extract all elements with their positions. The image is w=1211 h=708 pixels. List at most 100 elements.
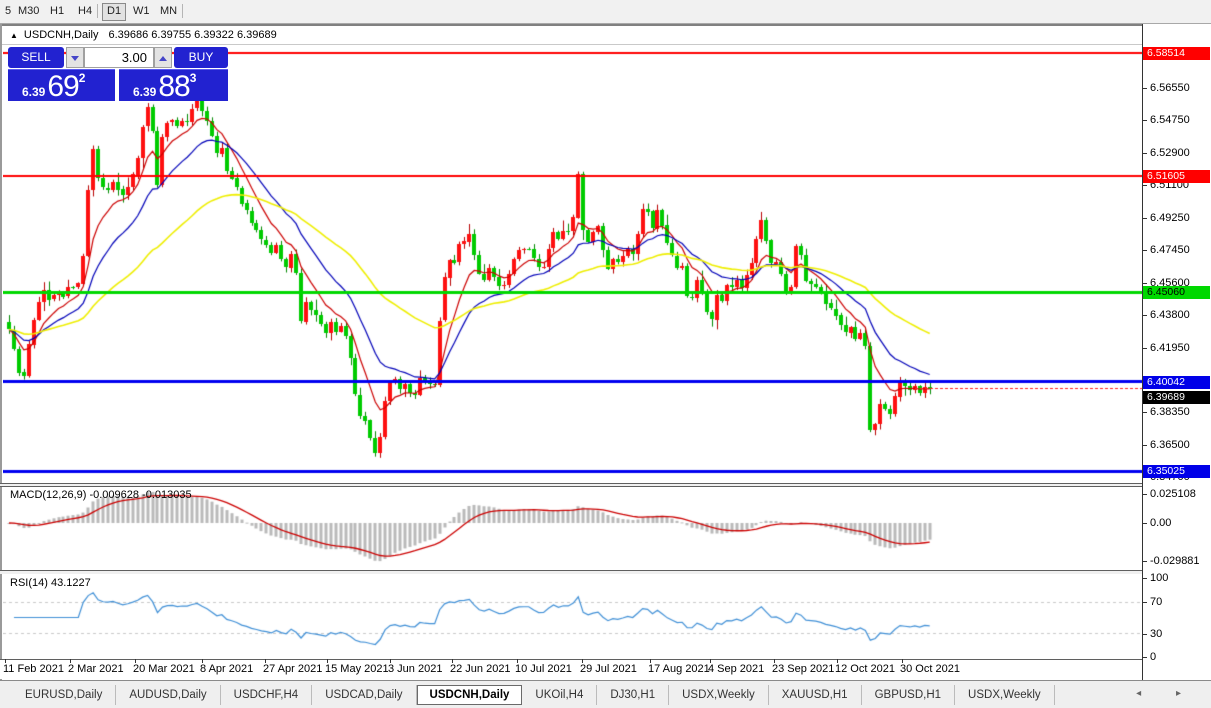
chart-tab-xauusd-h1[interactable]: XAUUSD,H1	[769, 684, 862, 705]
date-axis-label: 23 Sep 2021	[772, 663, 835, 675]
timeframe-button-m30[interactable]: M30	[14, 3, 43, 19]
timeframe-button-h4[interactable]: H4	[74, 3, 96, 19]
indicator-scale-label: 0.025108	[1150, 488, 1196, 500]
price-axis-tick	[1143, 185, 1147, 186]
buy-price-big: 88	[158, 70, 190, 101]
sell-price-prefix: 6.39	[22, 85, 46, 99]
buy-price-display[interactable]: 6.39883	[119, 69, 228, 101]
indicator-scale-tick	[1143, 578, 1147, 579]
chart-tab-usdchf-h4[interactable]: USDCHF,H4	[221, 684, 313, 705]
buy-price-prefix: 6.39	[133, 85, 157, 99]
timeframe-button-mn[interactable]: MN	[156, 3, 181, 19]
price-axis-tick	[1143, 153, 1147, 154]
date-axis-label: 20 Mar 2021	[133, 663, 195, 675]
chart-symbol-title: USDCNH,Daily	[23, 29, 99, 41]
price-level-badge: 6.40042	[1143, 376, 1210, 389]
price-level-badge: 6.51605	[1143, 170, 1210, 183]
price-axis[interactable]: 6.56550 6.54750 6.52900 6.51100 6.49250 6.474…	[1142, 24, 1211, 680]
date-axis-label: 10 Jul 2021	[515, 663, 572, 675]
sell-price-big: 69	[47, 70, 79, 101]
date-axis-label: 30 Oct 2021	[900, 663, 960, 675]
macd-label: MACD(12,26,9) -0.009628 -0.013035	[10, 489, 192, 501]
window-left-edge	[0, 24, 2, 680]
price-axis-label: 6.36500	[1150, 438, 1190, 451]
indicator-scale-tick	[1143, 634, 1147, 635]
price-axis-tick	[1143, 315, 1147, 316]
toolbar-separator	[182, 4, 183, 18]
price-axis-tick	[1143, 120, 1147, 121]
toolbar-separator	[97, 4, 98, 18]
price-axis-tick	[1143, 283, 1147, 284]
chart-tab-dj30-h1[interactable]: DJ30,H1	[597, 684, 670, 705]
price-axis-label: 6.43800	[1150, 308, 1190, 321]
collapse-triangle-icon[interactable]: ▲	[10, 31, 18, 40]
indicator-scale-label: 0.00	[1150, 517, 1172, 529]
price-axis-label: 6.49250	[1150, 211, 1190, 224]
sell-button[interactable]: SELL	[8, 47, 64, 68]
volume-input[interactable]	[84, 47, 154, 68]
rsi-indicator-canvas[interactable]	[3, 574, 1142, 659]
date-axis-label: 15 May 2021	[325, 663, 389, 675]
price-level-badge: 6.35025	[1143, 465, 1210, 478]
date-axis-label: 12 Oct 2021	[835, 663, 895, 675]
timeframe-button-d1[interactable]: D1	[102, 3, 127, 21]
price-level-badge: 6.39689	[1143, 391, 1210, 404]
chart-tab-eurusd-daily[interactable]: EURUSD,Daily	[12, 684, 117, 705]
price-axis-tick	[1143, 445, 1147, 446]
chart-tab-audusd-daily[interactable]: AUDUSD,Daily	[116, 684, 221, 705]
timeframe-button-w1[interactable]: W1	[129, 3, 154, 19]
price-axis-tick	[1143, 412, 1147, 413]
price-axis-tick	[1143, 88, 1147, 89]
indicator-scale-label: -0.029881	[1150, 555, 1200, 567]
chart-tab-gbpusd-h1[interactable]: GBPUSD,H1	[862, 684, 956, 705]
mt4-window: 5 M30 H1 H4 D1 W1 MN ▲ USDCNH,Daily 6.39686 6.39…	[0, 0, 1211, 708]
volume-decrease-button[interactable]	[66, 47, 84, 68]
price-axis-tick	[1143, 250, 1147, 251]
volume-increase-button[interactable]	[154, 47, 172, 68]
indicator-scale-label: 0	[1150, 651, 1157, 663]
arrow-down-icon	[71, 56, 79, 61]
chart-tab-usdcnh-daily[interactable]: USDCNH,Daily	[416, 684, 523, 705]
date-axis-label: 29 Jul 2021	[580, 663, 637, 675]
price-axis-tick	[1143, 218, 1147, 219]
chart-tab-usdcad-daily[interactable]: USDCAD,Daily	[312, 684, 417, 705]
price-axis-label: 6.56550	[1150, 81, 1190, 94]
price-axis-label: 6.52900	[1150, 146, 1190, 159]
timeframe-button-h1[interactable]: H1	[46, 3, 68, 19]
indicator-scale-tick	[1143, 561, 1147, 562]
buy-button[interactable]: BUY	[174, 47, 228, 68]
rsi-label: RSI(14) 43.1227	[10, 577, 91, 589]
indicator-scale-tick	[1143, 494, 1147, 495]
indicator-scale-label: 30	[1150, 628, 1163, 640]
date-axis-label: 17 Aug 2021	[648, 663, 710, 675]
arrow-up-icon	[159, 56, 167, 61]
price-axis-label: 6.38350	[1150, 406, 1190, 418]
tab-scroll-arrows[interactable]: ◂ ▸	[1136, 688, 1197, 699]
price-chart-canvas[interactable]	[3, 45, 1142, 483]
date-axis-label: 3 Jun 2021	[388, 663, 443, 675]
chart-tab-ukoil-h4[interactable]: UKOil,H4	[522, 684, 598, 705]
date-axis-label: 4 Sep 2021	[708, 663, 765, 675]
chart-tab-usdx-weekly[interactable]: USDX,Weekly	[669, 684, 769, 705]
chart-title-row: ▲ USDCNH,Daily 6.39686 6.39755 6.39322 6.3…	[10, 29, 277, 43]
price-level-badge: 6.58514	[1143, 47, 1210, 60]
indicator-scale-tick	[1143, 523, 1147, 524]
buy-price-pip: 3	[189, 71, 197, 85]
price-axis-label: 6.47450	[1150, 243, 1190, 256]
price-axis-label: 6.41950	[1150, 341, 1190, 354]
sell-price-display[interactable]: 6.39692	[8, 69, 115, 101]
chart-ohlc-values: 6.39686 6.39755 6.39322 6.39689	[108, 29, 277, 41]
chart-tab-usdx-weekly[interactable]: USDX,Weekly	[955, 684, 1055, 705]
indicator-scale-tick	[1143, 602, 1147, 603]
price-axis-tick	[1143, 348, 1147, 349]
indicator-scale-tick	[1143, 657, 1147, 658]
date-axis-label: 2 Mar 2021	[68, 663, 124, 675]
chart-tab-bar: EURUSD,Daily AUDUSD,Daily USDCHF,H4 USDCAD,…	[0, 680, 1211, 708]
price-axis-label: 6.54750	[1150, 114, 1190, 127]
date-axis[interactable]: 11 Feb 2021 2 Mar 2021 20 Mar 2021 8 Apr 20…	[0, 659, 1142, 679]
price-level-badge: 6.45060	[1143, 286, 1210, 299]
date-axis-label: 8 Apr 2021	[200, 663, 254, 675]
timeframe-toolbar: 5 M30 H1 H4 D1 W1 MN	[0, 0, 1211, 24]
timeframe-button-5[interactable]: 5	[1, 3, 15, 19]
one-click-trading-panel: SELL BUY 6.39692 6.39883	[8, 47, 228, 101]
